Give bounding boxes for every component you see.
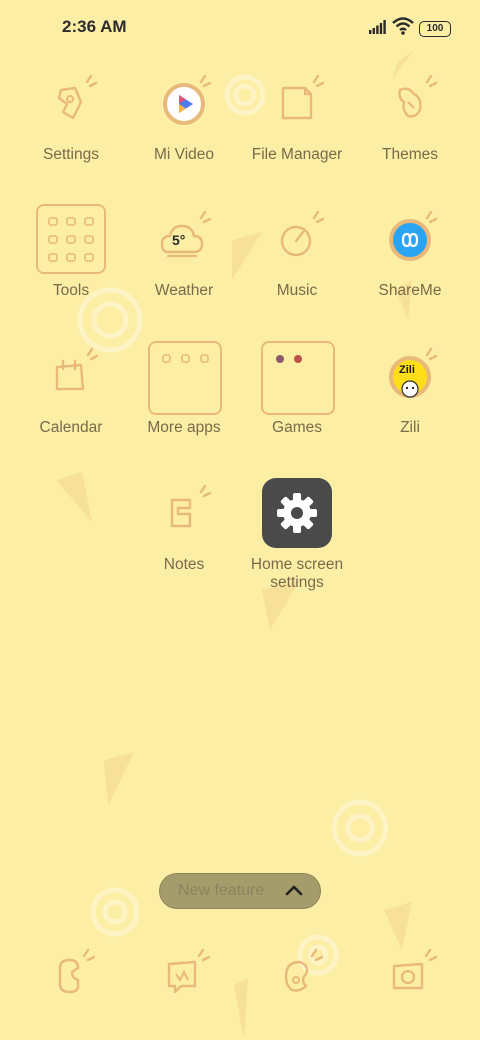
app-music[interactable]: Music [237,204,357,300]
calendar-icon [55,347,99,391]
app-home-screen-settings[interactable]: Home screen settings [237,478,357,592]
app-file-manager[interactable]: File Manager [237,68,357,164]
zili-logo-text: Zili [399,364,415,376]
home-settings-tile [262,478,332,548]
wrench-icon [57,74,98,120]
app-settings-label: Settings [42,146,99,163]
folder-more-apps-label: More apps [147,419,221,436]
tools-folder-icon [36,204,106,274]
chevron-up-icon [285,885,303,896]
status-bar: 2:36 AM 100 [0,0,480,56]
app-music-label: Music [276,282,318,299]
camera-icon [392,948,438,990]
app-notes[interactable]: Notes [124,478,244,574]
battery-indicator: 100 [419,21,451,37]
dock-camera[interactable] [382,946,462,1006]
app-shareme[interactable]: ShareMe [350,204,470,300]
app-home-screen-settings-label: Home screen settings [237,556,357,592]
app-mi-video-label: Mi Video [153,146,215,163]
app-zili[interactable]: Zili Zili [350,341,470,437]
status-time: 2:36 AM [62,17,127,36]
home-settings-label-line2: settings [270,574,324,591]
folder-more-apps[interactable]: More apps [124,341,244,437]
new-feature-label: New feature [178,882,265,899]
folder-tools-label: Tools [52,282,90,299]
app-themes-label: Themes [382,146,438,163]
notes-icon [170,484,212,528]
app-weather-label: Weather [154,282,214,299]
gear-icon [277,493,317,533]
folder-games-label: Games [272,419,322,436]
dock-messages[interactable] [157,946,237,1006]
wifi-icon [392,17,414,35]
folder-icon [281,74,325,120]
new-feature-button[interactable]: New feature [159,873,321,909]
music-disc-icon [280,210,325,257]
weather-temperature: 5° [172,232,186,248]
app-file-manager-label: File Manager [251,146,343,163]
more-apps-folder-icon [148,341,222,415]
app-settings[interactable]: Settings [11,68,131,164]
browser-icon [284,948,324,992]
app-calendar-label: Calendar [39,419,103,436]
app-notes-label: Notes [163,556,205,573]
app-shareme-label: ShareMe [378,282,442,299]
signal-icon [369,20,386,34]
message-icon [167,948,211,994]
shareme-icon [389,210,438,261]
play-icon [163,74,212,125]
app-calendar[interactable]: Calendar [11,341,131,437]
folder-tools[interactable]: Tools [11,204,131,300]
dock-browser[interactable] [270,946,350,1006]
zili-logo-icon [389,347,438,398]
dock-phone[interactable] [44,946,124,1006]
app-weather[interactable]: 5° Weather [124,204,244,300]
folder-games[interactable]: Games [237,341,357,437]
app-mi-video[interactable]: Mi Video [124,68,244,164]
home-settings-label-line1: Home screen [250,556,344,573]
app-themes[interactable]: Themes [350,68,470,164]
theme-brush-icon [398,74,438,118]
app-zili-label: Zili [400,419,420,436]
phone-icon [58,948,96,994]
games-folder-icon [261,341,335,415]
